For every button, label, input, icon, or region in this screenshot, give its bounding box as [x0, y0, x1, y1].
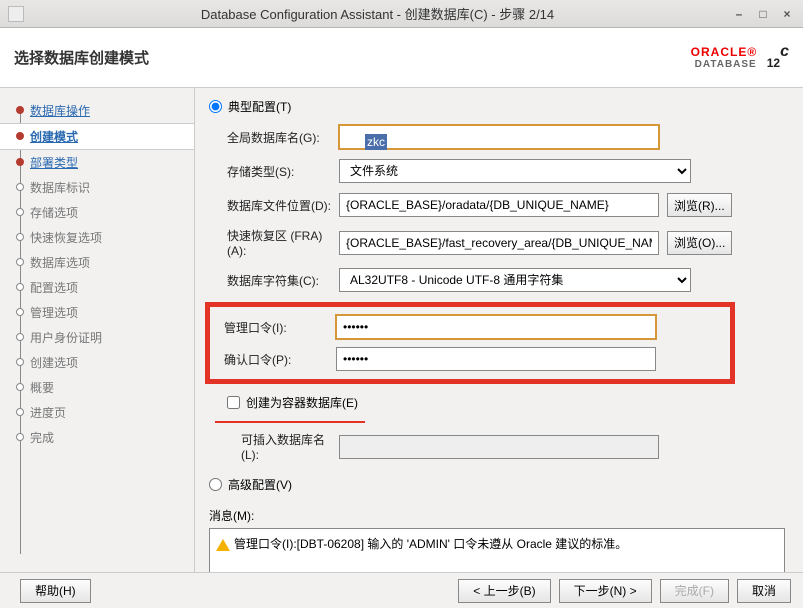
sidebar-step-7: 配置选项 — [0, 275, 194, 300]
sidebar-step-9: 用户身份证明 — [0, 325, 194, 350]
fra-input[interactable] — [339, 231, 659, 255]
sidebar-step-0[interactable]: 数据库操作 — [0, 98, 194, 123]
sidebar-step-5: 快速恢复选项 — [0, 225, 194, 250]
minimize-button[interactable]: – — [731, 6, 747, 22]
header: 选择数据库创建模式 ORACLE® DATABASE 12c — [0, 28, 803, 88]
fra-label: 快速恢复区 (FRA)(A): — [209, 227, 339, 258]
typical-config-radio[interactable]: 典型配置(T) — [209, 98, 291, 115]
sidebar-step-6: 数据库选项 — [0, 250, 194, 275]
browse-db-file-button[interactable]: 浏览(R)... — [667, 193, 732, 217]
title-bar: Database Configuration Assistant - 创建数据库… — [0, 0, 803, 28]
pdb-name-label: 可插入数据库名(L): — [209, 431, 339, 462]
sidebar-step-11: 概要 — [0, 375, 194, 400]
finish-button: 完成(F) — [660, 579, 729, 603]
sidebar-step-1[interactable]: 创建模式 — [0, 123, 194, 150]
help-button[interactable]: 帮助(H) — [20, 579, 91, 603]
sidebar: 数据库操作创建模式部署类型数据库标识存储选项快速恢复选项数据库选项配置选项管理选… — [0, 88, 195, 572]
red-underline — [215, 421, 365, 423]
cancel-button[interactable]: 取消 — [737, 579, 791, 603]
storage-type-label: 存储类型(S): — [209, 163, 339, 180]
browse-fra-button[interactable]: 浏览(O)... — [667, 231, 732, 255]
sidebar-step-8: 管理选项 — [0, 300, 194, 325]
messages-label: 消息(M): — [209, 507, 789, 524]
sidebar-step-12: 进度页 — [0, 400, 194, 425]
global-db-name-label: 全局数据库名(G): — [209, 129, 339, 146]
back-button[interactable]: < 上一步(B) — [458, 579, 550, 603]
charset-select[interactable]: AL32UTF8 - Unicode UTF-8 通用字符集 — [339, 268, 691, 292]
cdb-checkbox[interactable]: 创建为容器数据库(E) — [209, 394, 358, 411]
sidebar-step-3: 数据库标识 — [0, 175, 194, 200]
sidebar-step-4: 存储选项 — [0, 200, 194, 225]
sidebar-step-2[interactable]: 部署类型 — [0, 150, 194, 175]
admin-pwd-label: 管理口令(I): — [220, 319, 336, 336]
sidebar-step-13: 完成 — [0, 425, 194, 450]
password-highlight-box: 管理口令(I): 确认口令(P): — [205, 302, 735, 384]
global-db-name-input[interactable] — [339, 125, 659, 149]
page-title: 选择数据库创建模式 — [14, 47, 149, 68]
message-text: 管理口令(I):[DBT-06208] 输入的 'ADMIN' 口令未遵从 Or… — [234, 537, 627, 551]
db-file-location-label: 数据库文件位置(D): — [209, 197, 339, 214]
admin-pwd-input[interactable] — [336, 315, 656, 339]
maximize-button[interactable]: □ — [755, 6, 771, 22]
main-content: 典型配置(T) 全局数据库名(G): 存储类型(S): 文件系统 数据库文件位置… — [195, 88, 803, 572]
pdb-name-input — [339, 435, 659, 459]
oracle-logo: ORACLE® DATABASE 12c — [691, 41, 789, 75]
next-button[interactable]: 下一步(N) > — [559, 579, 652, 603]
confirm-pwd-label: 确认口令(P): — [220, 351, 336, 368]
db-file-location-input[interactable] — [339, 193, 659, 217]
sidebar-step-10: 创建选项 — [0, 350, 194, 375]
messages-box[interactable]: 管理口令(I):[DBT-06208] 输入的 'ADMIN' 口令未遵从 Or… — [209, 528, 785, 572]
warning-icon — [216, 539, 230, 551]
footer: 帮助(H) < 上一步(B) 下一步(N) > 完成(F) 取消 — [0, 572, 803, 608]
charset-label: 数据库字符集(C): — [209, 272, 339, 289]
app-icon — [8, 6, 24, 22]
advanced-config-radio[interactable]: 高级配置(V) — [209, 476, 292, 493]
close-button[interactable]: × — [779, 6, 795, 22]
storage-type-select[interactable]: 文件系统 — [339, 159, 691, 183]
confirm-pwd-input[interactable] — [336, 347, 656, 371]
window-title: Database Configuration Assistant - 创建数据库… — [32, 4, 723, 23]
